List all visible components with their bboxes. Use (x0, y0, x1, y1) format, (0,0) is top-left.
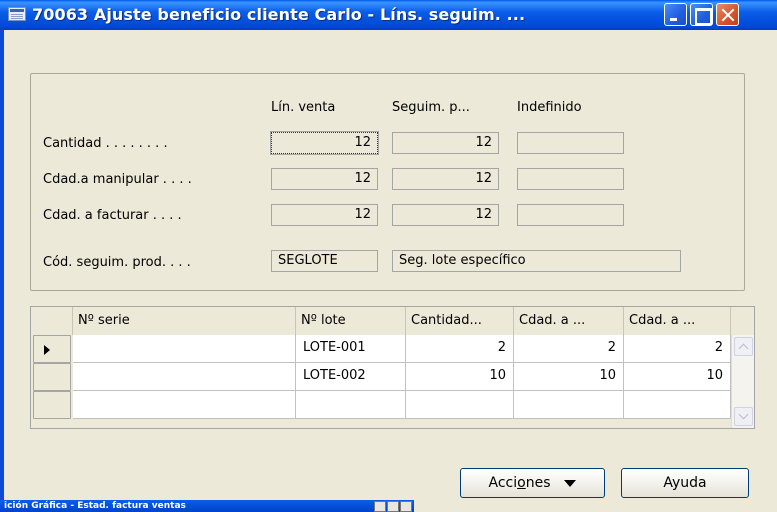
grid-header-cdad-manipular[interactable]: Cdad. a ... (514, 307, 624, 335)
cell-serie[interactable] (73, 335, 296, 363)
cantidad-indefinido-field[interactable] (517, 132, 624, 154)
cell-cantidad[interactable]: 10 (406, 363, 514, 391)
grid-header-selector (31, 307, 73, 335)
cdad-facturar-indefinido-field[interactable] (517, 204, 624, 226)
cdad-facturar-seguim-field[interactable]: 12 (392, 204, 499, 226)
scroll-down-button[interactable] (734, 407, 753, 426)
cell-cdad-facturar[interactable] (624, 391, 731, 419)
row-selector[interactable] (33, 363, 71, 391)
chevron-down-icon (738, 409, 749, 420)
grid-header-cdad-facturar[interactable]: Cdad. a ... (624, 307, 731, 335)
scroll-up-button[interactable] (734, 337, 753, 356)
cell-cdad-manipular[interactable] (514, 391, 624, 419)
current-row-arrow-icon (44, 345, 50, 355)
label-cantidad: Cantidad . . . . . . . . (43, 136, 168, 151)
cdad-manipular-indefinido-field[interactable] (517, 168, 624, 190)
chevron-up-icon (738, 343, 749, 354)
cell-cantidad[interactable]: 2 (406, 335, 514, 363)
table-row[interactable] (31, 391, 731, 419)
vertical-scrollbar[interactable] (731, 335, 754, 428)
label-cdad-manipular: Cdad.a manipular . . . . (43, 172, 192, 187)
cell-cantidad[interactable] (406, 391, 514, 419)
grid-header-cantidad[interactable]: Cantidad... (406, 307, 514, 335)
cdad-manipular-seguim-field[interactable]: 12 (392, 168, 499, 190)
background-window-controls (372, 500, 414, 512)
close-button[interactable] (716, 3, 739, 26)
actions-label: Acciones (488, 475, 551, 491)
cantidad-seguim-field[interactable]: 12 (392, 132, 499, 154)
grid-header-lote[interactable]: Nº lote (296, 307, 406, 335)
minimize-button[interactable] (664, 3, 687, 26)
background-maximize-button[interactable] (387, 501, 399, 512)
dropdown-arrow-icon (564, 479, 577, 487)
cell-cdad-manipular[interactable]: 2 (514, 335, 624, 363)
background-close-button[interactable] (400, 501, 412, 512)
background-minimize-button[interactable] (374, 501, 386, 512)
window-title: 70063 Ajuste beneficio cliente Carlo - L… (32, 5, 526, 24)
row-selector[interactable] (33, 391, 71, 419)
column-header-seguim: Seguim. p... (392, 100, 470, 115)
column-header-indefinido: Indefinido (517, 100, 582, 115)
maximize-button[interactable] (690, 3, 713, 26)
background-window-titlebar[interactable]: ición Gráfica - Estad. factura ventas (0, 500, 414, 512)
cell-cdad-facturar[interactable]: 2 (624, 335, 731, 363)
grid-header: Nº serie Nº lote Cantidad... Cdad. a ...… (31, 307, 754, 335)
table-row[interactable]: LOTE-001 2 2 2 (31, 335, 731, 363)
tracking-description-field: Seg. lote específico (392, 250, 681, 272)
help-button[interactable]: Ayuda (621, 468, 749, 498)
cell-lote[interactable]: LOTE-001 (296, 335, 406, 363)
actions-menu-button[interactable]: Acciones (460, 468, 605, 498)
window-frame (0, 30, 4, 512)
cdad-facturar-lin-venta-field[interactable]: 12 (271, 204, 378, 226)
title-bar[interactable]: 70063 Ajuste beneficio cliente Carlo - L… (0, 0, 777, 30)
cdad-manipular-lin-venta-field[interactable]: 12 (271, 168, 378, 190)
column-header-lin-venta: Lín. venta (271, 100, 336, 115)
grid-header-serie[interactable]: Nº serie (73, 307, 296, 335)
cell-cdad-facturar[interactable]: 10 (624, 363, 731, 391)
form-icon (8, 7, 26, 21)
tracking-code-field[interactable]: SEGLOTE (271, 250, 378, 272)
cell-serie[interactable] (73, 363, 296, 391)
cell-lote[interactable] (296, 391, 406, 419)
label-cod-seguim-prod: Cód. seguim. prod. . . . (43, 255, 191, 270)
cell-lote[interactable]: LOTE-002 (296, 363, 406, 391)
cantidad-lin-venta-field[interactable]: 12 (270, 131, 379, 155)
cell-serie[interactable] (73, 391, 296, 419)
label-cdad-facturar: Cdad. a facturar . . . . (43, 208, 182, 223)
row-selector[interactable] (33, 335, 71, 363)
cell-cdad-manipular[interactable]: 10 (514, 363, 624, 391)
table-row[interactable]: LOTE-002 10 10 10 (31, 363, 731, 391)
tracking-lines-grid: Nº serie Nº lote Cantidad... Cdad. a ...… (30, 306, 755, 429)
